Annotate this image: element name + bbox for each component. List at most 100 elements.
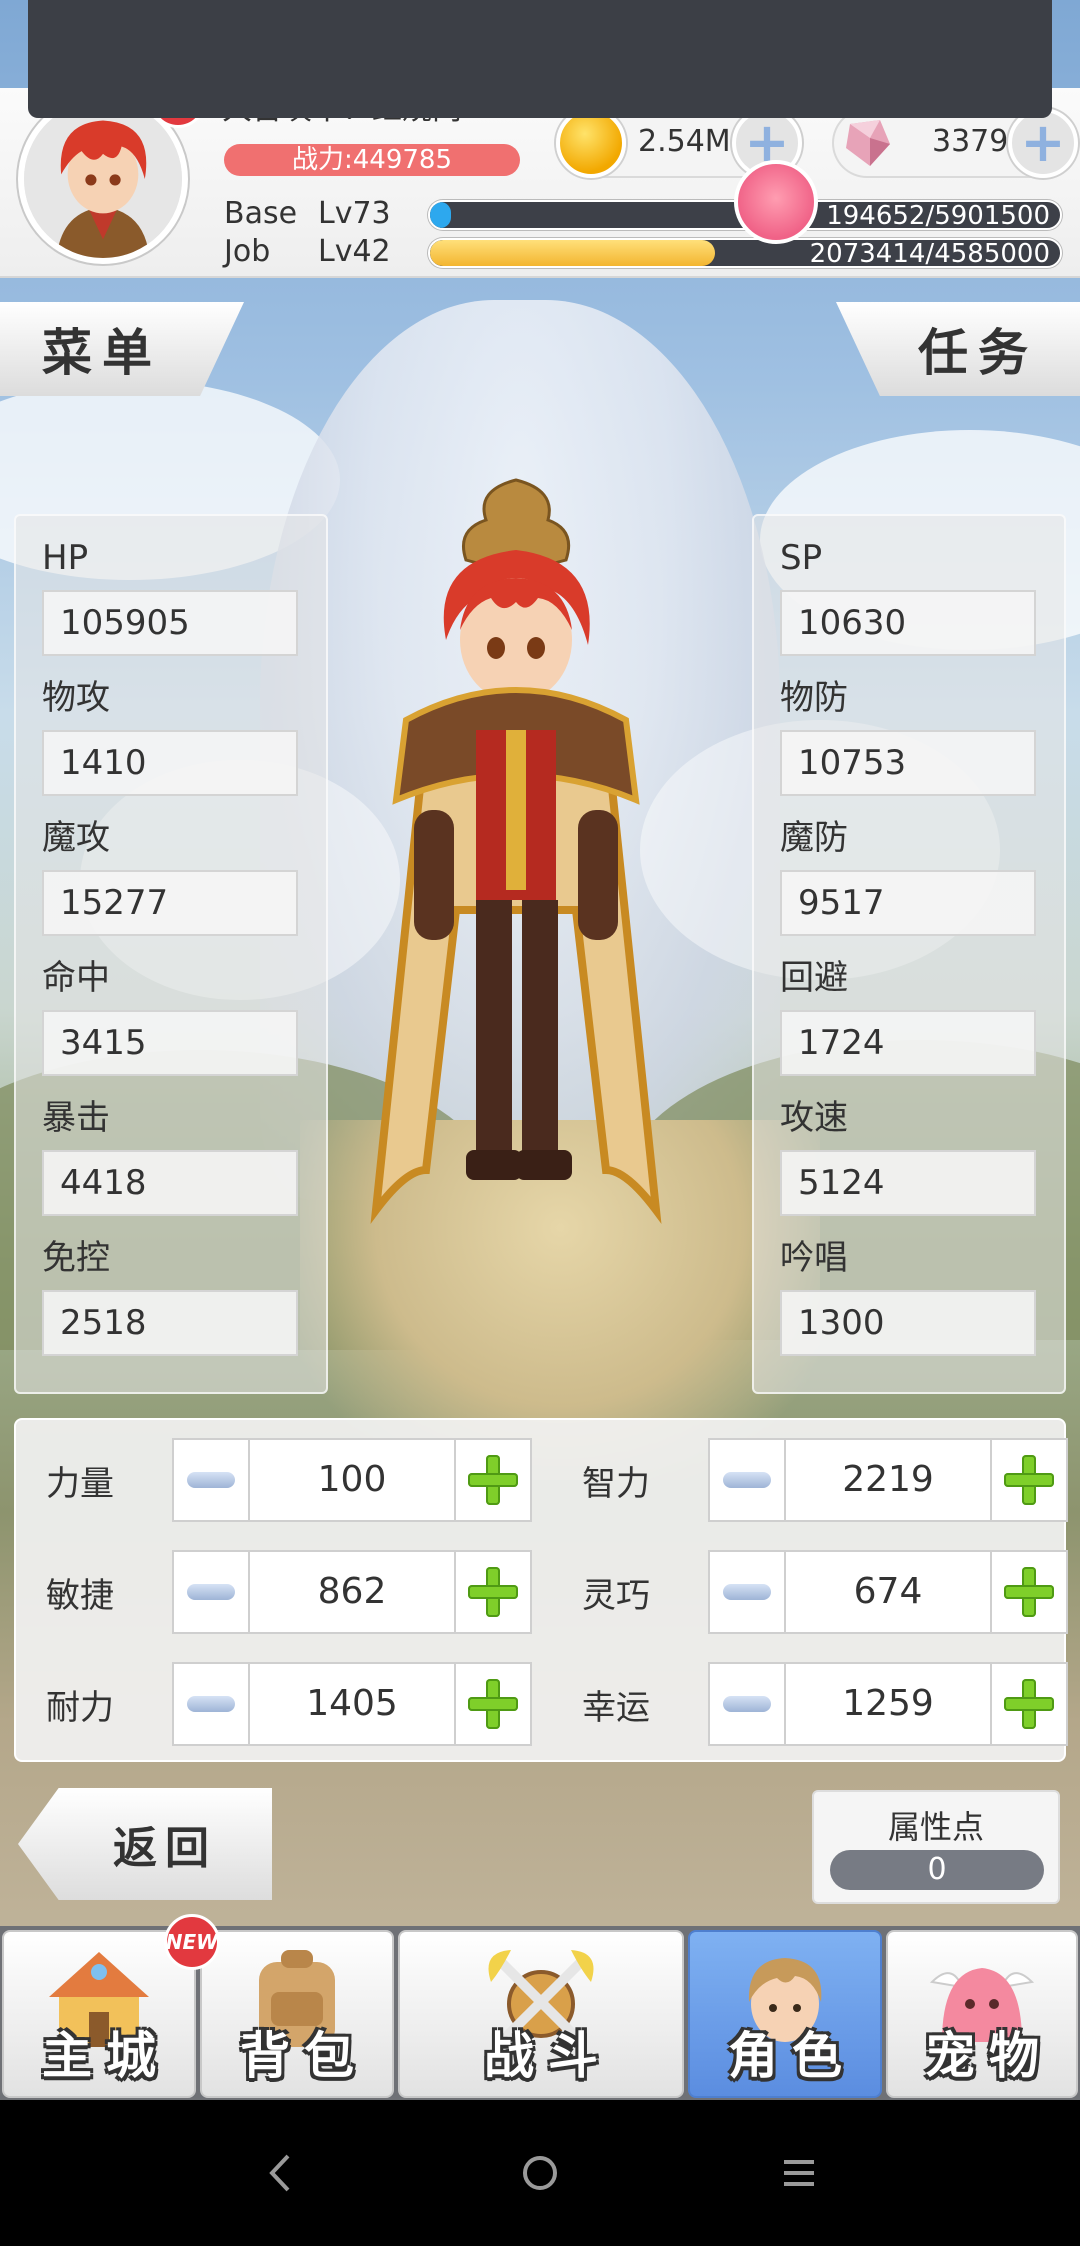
attribute-stepper: 674 [708, 1550, 1068, 1634]
tab-label: 角色 [728, 2027, 856, 2085]
stat-label: 吟唱 [780, 1238, 848, 1278]
attribute-points-label: 属性点 [887, 1808, 984, 1846]
stat-label: SP [780, 538, 823, 578]
attribute-label: 幸运 [582, 1688, 650, 1728]
attribute-points-value: 0 [830, 1850, 1044, 1890]
tab-label: 主城 [42, 2027, 170, 2085]
stat-label: 回避 [780, 958, 848, 998]
coin-icon [556, 108, 626, 178]
job-exp-fill [430, 240, 715, 266]
stats-panel-right: SP 10630 物防 10753 魔防 9517 回避 1724 攻速 5124 吟唱 1300 [752, 514, 1066, 1394]
attribute-stepper: 100 [172, 1438, 532, 1522]
increase-button[interactable] [454, 1552, 530, 1632]
attribute-points-box: 属性点 0 [812, 1790, 1060, 1904]
attribute-row: 幸运 1259 [582, 1662, 1080, 1746]
increase-button[interactable] [990, 1552, 1066, 1632]
stat-item: 免控 2518 [42, 1226, 298, 1356]
stat-item: 攻速 5124 [780, 1086, 1036, 1216]
minus-icon [187, 1696, 235, 1712]
decrease-button[interactable] [174, 1664, 250, 1744]
stat-value: 10630 [780, 590, 1036, 656]
tab-character[interactable]: 角色 [688, 1930, 882, 2098]
game-screen: NEW 大召唤术：红烧肉 战力:449785 2.54M + 3379 + Ba… [0, 0, 1080, 2100]
minus-icon [187, 1472, 235, 1488]
attribute-label: 敏捷 [46, 1576, 114, 1616]
decrease-button[interactable] [710, 1552, 786, 1632]
stat-item: SP 10630 [780, 526, 1036, 656]
menu-nav-icon[interactable] [766, 2140, 832, 2206]
menu-button[interactable]: 菜单 [0, 302, 244, 396]
stat-label: 免控 [42, 1238, 110, 1278]
attribute-row: 敏捷 862 [46, 1550, 546, 1634]
stat-item: 物防 10753 [780, 666, 1036, 796]
increase-button[interactable] [990, 1440, 1066, 1520]
attribute-stepper: 862 [172, 1550, 532, 1634]
stat-item: 物攻 1410 [42, 666, 298, 796]
attribute-value: 1405 [306, 1683, 398, 1724]
stat-item: 暴击 4418 [42, 1086, 298, 1216]
tab-battle[interactable]: 战斗 [398, 1930, 684, 2098]
attribute-stepper: 2219 [708, 1438, 1068, 1522]
add-gem-button[interactable]: + [1008, 108, 1078, 178]
stat-item: 命中 3415 [42, 946, 298, 1076]
attribute-stepper: 1405 [172, 1662, 532, 1746]
tab-pet[interactable]: 宠物 [886, 1930, 1078, 2098]
combat-power: 战力:449785 [224, 144, 520, 176]
attribute-stepper: 1259 [708, 1662, 1068, 1746]
poring-mascot-icon[interactable] [734, 160, 818, 244]
plus-icon [1004, 1567, 1054, 1617]
stat-value: 3415 [42, 1010, 298, 1076]
attribute-panel: 力量 100 智力 2219 敏捷 862 灵巧 674 耐力 1405 幸运 1259 [14, 1418, 1068, 1762]
stat-value: 4418 [42, 1150, 298, 1216]
new-badge: NEW [164, 1914, 220, 1970]
task-button[interactable]: 任务 [836, 302, 1080, 396]
base-exp-fill [430, 202, 451, 228]
increase-button[interactable] [990, 1664, 1066, 1744]
stat-label: 物攻 [42, 678, 110, 718]
tab-label: 战斗 [484, 2027, 612, 2085]
bottom-tab-bar: 主城 NEW 背包 战斗 角色 宠物 [0, 1914, 1080, 2100]
stat-value: 2518 [42, 1290, 298, 1356]
decrease-button[interactable] [174, 1552, 250, 1632]
attribute-row: 智力 2219 [582, 1438, 1080, 1522]
plus-icon [468, 1567, 518, 1617]
attribute-value: 862 [317, 1571, 387, 1612]
stat-label: HP [42, 538, 89, 578]
gem-value: 3379 [932, 124, 1009, 159]
status-overlay [28, 0, 1052, 118]
minus-icon [723, 1696, 771, 1712]
stat-label: 命中 [42, 958, 110, 998]
base-label: Base [224, 196, 298, 231]
player-portrait-icon [24, 100, 182, 258]
stat-item: 魔攻 15277 [42, 806, 298, 936]
stats-panel-left: HP 105905 物攻 1410 魔攻 15277 命中 3415 暴击 4418 免控 2518 [14, 514, 328, 1394]
increase-button[interactable] [454, 1664, 530, 1744]
attribute-value: 100 [317, 1459, 387, 1500]
attribute-label: 力量 [46, 1464, 114, 1504]
plus-icon [468, 1679, 518, 1729]
attribute-value: 2219 [842, 1459, 934, 1500]
back-nav-icon[interactable] [248, 2140, 314, 2206]
decrease-button[interactable] [710, 1664, 786, 1744]
stat-value: 1410 [42, 730, 298, 796]
minus-icon [723, 1472, 771, 1488]
increase-button[interactable] [454, 1440, 530, 1520]
stat-value: 15277 [42, 870, 298, 936]
back-button[interactable]: 返回 [18, 1788, 272, 1900]
attribute-value: 674 [853, 1571, 923, 1612]
attribute-label: 智力 [582, 1464, 650, 1504]
minus-icon [723, 1584, 771, 1600]
decrease-button[interactable] [174, 1440, 250, 1520]
stat-item: 吟唱 1300 [780, 1226, 1036, 1356]
attribute-row: 耐力 1405 [46, 1662, 546, 1746]
base-level: Lv73 [318, 196, 391, 231]
decrease-button[interactable] [710, 1440, 786, 1520]
zeny-value: 2.54M [638, 124, 731, 159]
minus-icon [187, 1584, 235, 1600]
stat-item: HP 105905 [42, 526, 298, 656]
plus-icon [468, 1455, 518, 1505]
tab-backpack[interactable]: 背包 [200, 1930, 394, 2098]
stat-label: 暴击 [42, 1098, 110, 1138]
home-nav-icon[interactable] [507, 2140, 573, 2206]
plus-icon [1004, 1455, 1054, 1505]
